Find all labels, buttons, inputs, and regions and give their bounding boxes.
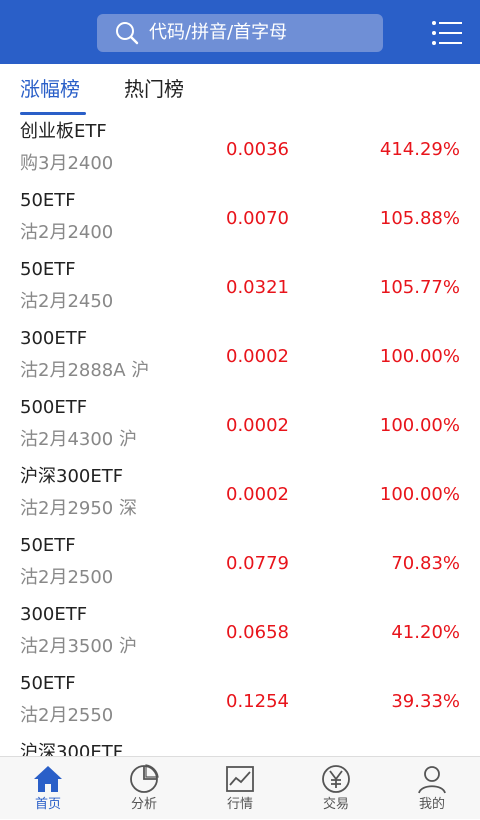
item-name: 50ETF [20,673,76,694]
nav-home[interactable]: 首页 [0,757,96,820]
item-name: 50ETF [20,535,76,556]
search-icon [116,22,139,45]
item-price: 0.0321 [226,277,289,298]
nav-analysis[interactable]: 分析 [96,757,192,820]
item-name: 50ETF [20,190,76,211]
item-name: 创业板ETF [20,121,107,142]
item-contract: 沽2月4300 沪 [20,429,137,450]
tab-gainers[interactable]: 涨幅榜 [20,76,80,102]
list-item[interactable]: 沪深300ETF [0,737,480,756]
user-icon [418,766,446,794]
item-price: 0.0036 [226,139,289,160]
yen-icon [322,765,350,793]
item-contract: 沽2月2950 深 [20,498,137,519]
item-price: 0.0779 [226,553,289,574]
item-change: 414.29% [379,139,460,160]
nav-market[interactable]: 行情 [192,757,288,820]
item-price: 0.0658 [226,622,289,643]
list-item[interactable]: 50ETF 沽2月2450 0.0321 105.77% [0,254,480,323]
list-item[interactable]: 300ETF 沽2月2888A 沪 0.0002 100.00% [0,323,480,392]
item-price: 0.1254 [226,691,289,712]
list-item[interactable]: 50ETF 沽2月2400 0.0070 105.88% [0,185,480,254]
item-contract: 沽2月2400 [20,222,114,243]
nav-home-label: 首页 [34,797,61,812]
nav-market-label: 行情 [226,797,253,812]
item-contract: 购3月2400 [20,153,114,174]
item-name: 300ETF [20,604,88,625]
list-item[interactable]: 500ETF 沽2月4300 沪 0.0002 100.00% [0,392,480,461]
nav-trade[interactable]: 交易 [288,757,384,820]
item-price: 0.0002 [226,415,289,436]
ranking-list: 创业板ETF 购3月2400 0.0036 414.29% 50ETF 沽2月2… [0,116,480,756]
item-change: 70.83% [391,553,460,574]
list-item[interactable]: 300ETF 沽2月3500 沪 0.0658 41.20% [0,599,480,668]
home-icon [34,766,62,792]
line-chart-icon [226,766,254,792]
tab-popular[interactable]: 热门榜 [124,76,184,102]
item-change: 105.77% [379,277,460,298]
item-change: 39.33% [391,691,460,712]
item-name: 300ETF [20,328,88,349]
item-contract: 沽2月2550 [20,705,114,726]
item-name: 沪深300ETF [20,742,124,756]
item-price: 0.0002 [226,484,289,505]
item-name: 50ETF [20,259,76,280]
menu-icon[interactable] [432,20,462,46]
item-change: 41.20% [391,622,460,643]
item-contract: 沽2月3500 沪 [20,636,137,657]
search-placeholder: 代码/拼音/首字母 [149,22,288,43]
list-item[interactable]: 50ETF 沽2月2550 0.1254 39.33% [0,668,480,737]
item-contract: 沽2月2888A 沪 [20,360,150,381]
item-change: 100.00% [379,484,460,505]
nav-trade-label: 交易 [322,797,349,812]
nav-me-label: 我的 [418,797,445,812]
search-box[interactable]: 代码/拼音/首字母 [97,14,383,52]
item-name: 500ETF [20,397,88,418]
top-bar: 代码/拼音/首字母 [0,0,480,64]
item-contract: 沽2月2450 [20,291,114,312]
bottom-nav: 首页 分析 行情 交易 我的 [0,756,480,819]
item-change: 100.00% [379,346,460,367]
item-name: 沪深300ETF [20,466,124,487]
item-contract: 沽2月2500 [20,567,114,588]
ranking-tabs: 涨幅榜 热门榜 [0,64,480,116]
item-change: 100.00% [379,415,460,436]
list-item[interactable]: 创业板ETF 购3月2400 0.0036 414.29% [0,116,480,185]
list-item[interactable]: 沪深300ETF 沽2月2950 深 0.0002 100.00% [0,461,480,530]
pie-chart-icon [130,764,159,793]
nav-analysis-label: 分析 [130,797,157,812]
item-price: 0.0070 [226,208,289,229]
list-item[interactable]: 50ETF 沽2月2500 0.0779 70.83% [0,530,480,599]
active-tab-indicator [20,112,86,115]
item-change: 105.88% [379,208,460,229]
nav-me[interactable]: 我的 [384,757,480,820]
item-price: 0.0002 [226,346,289,367]
